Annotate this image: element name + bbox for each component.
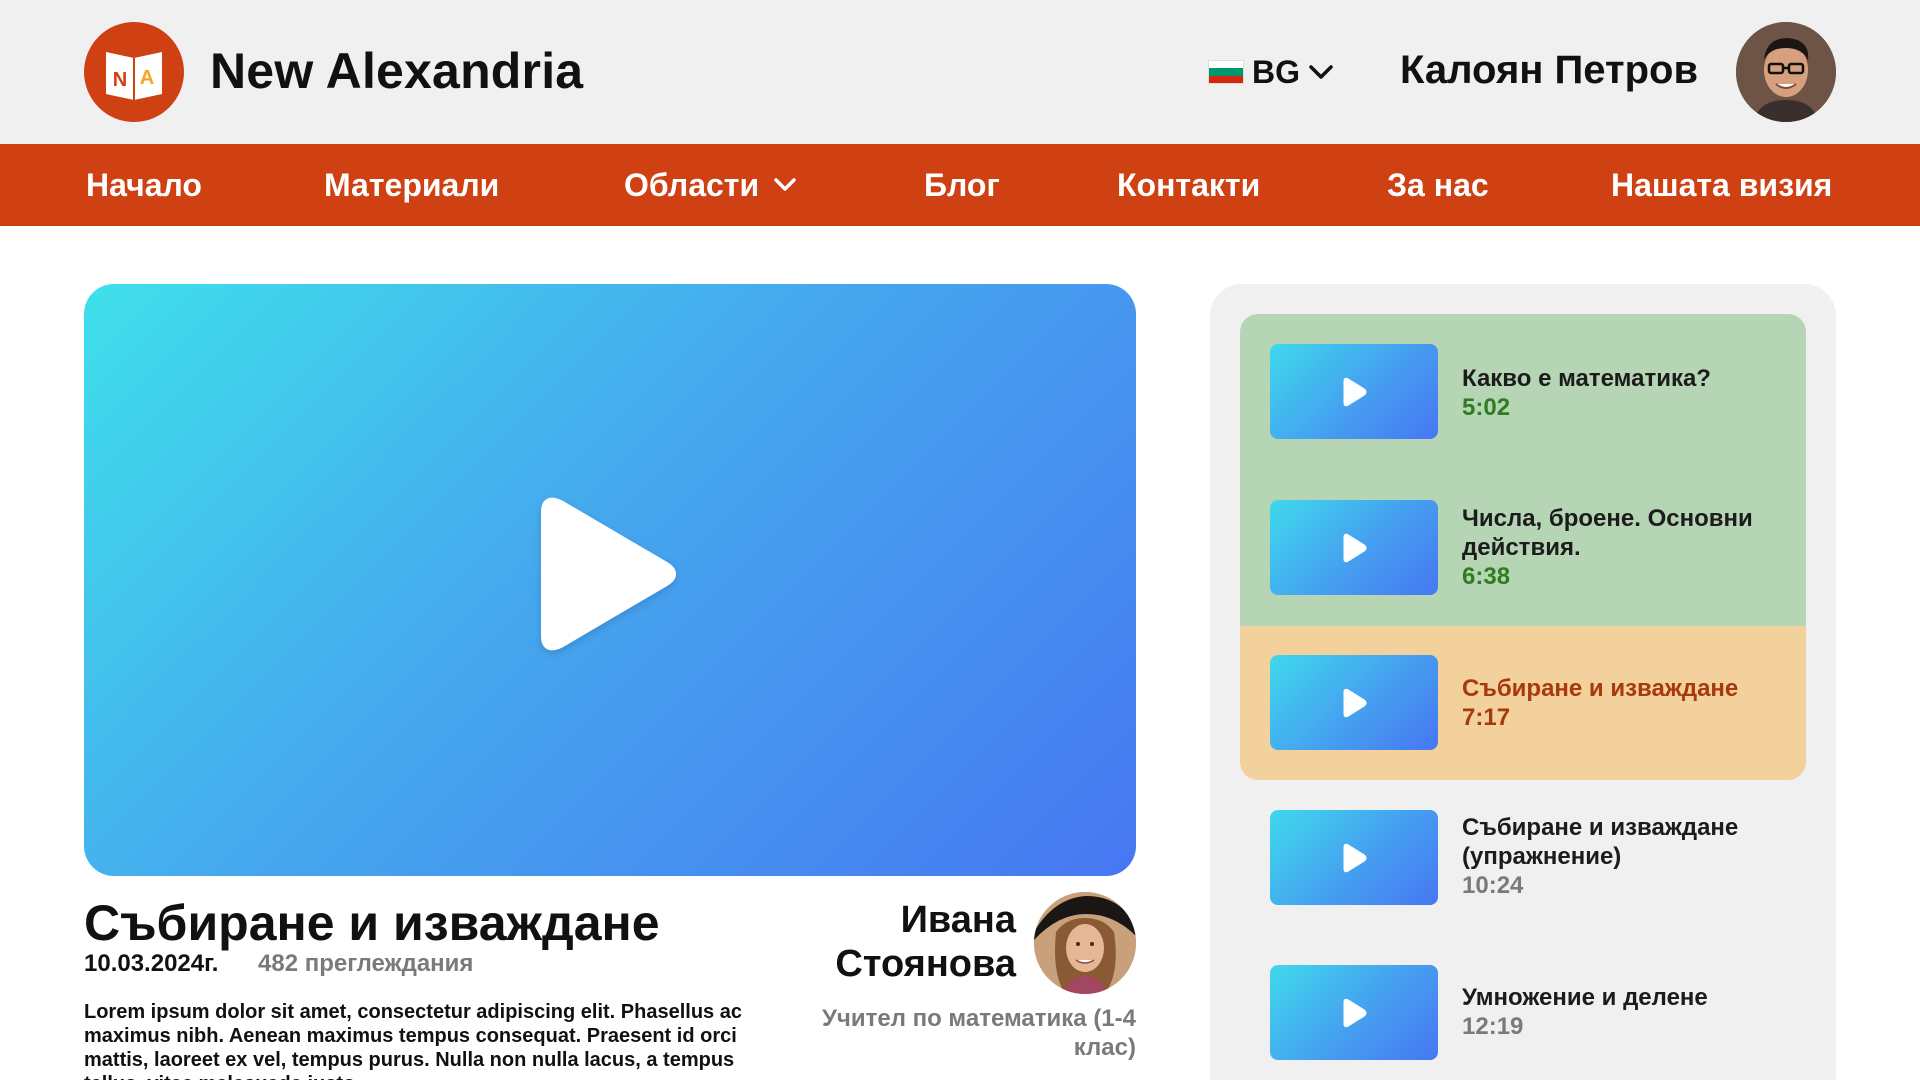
logo-letter-n: N (113, 69, 127, 91)
video-thumbnail[interactable] (1270, 810, 1438, 905)
play-icon (1343, 843, 1367, 872)
bulgaria-flag-icon (1208, 60, 1244, 84)
chevron-down-icon (774, 178, 796, 191)
playlist-item-text: Числа, броене. Основни действия. 6:38 (1462, 504, 1792, 591)
logo-icon[interactable]: N A (84, 22, 184, 122)
main-nav: Начало Материали Области Блог Контакти З… (0, 144, 1920, 226)
video-views: 482 преглеждания (258, 950, 474, 977)
logo-letter-a: A (140, 67, 154, 89)
play-icon (1343, 533, 1367, 562)
nav-label: Начало (86, 166, 202, 203)
nav-item-home[interactable]: Начало (86, 144, 202, 226)
playlist-item[interactable]: Числа, броене. Основни действия. 6:38 (1240, 469, 1806, 626)
playlist-item-current[interactable]: Събиране и изваждане 7:17 (1240, 626, 1806, 780)
video-date: 10.03.2024г. (84, 950, 219, 977)
top-bar: N A New Alexandria BG Калоян Петров (0, 0, 1920, 144)
teacher-avatar[interactable] (1034, 892, 1136, 994)
video-thumbnail[interactable] (1270, 344, 1438, 439)
playlist-item-title: Събиране и изваждане (1462, 675, 1739, 702)
play-icon (1343, 688, 1367, 717)
playlist-item-text: Умножение и делене 12:19 (1462, 983, 1792, 1041)
playlist-item-duration: 6:38 (1462, 563, 1511, 590)
video-title: Събиране и изваждане (84, 895, 660, 951)
playlist-item[interactable]: Какво е математика? 5:02 (1240, 314, 1806, 469)
playlist-item-text: Събиране и изваждане (упражнение) 10:24 (1462, 813, 1792, 900)
nav-label: Контакти (1117, 166, 1261, 203)
teacher-name[interactable]: Ивана Стоянова (756, 898, 1016, 986)
user-name[interactable]: Калоян Петров (1400, 48, 1698, 93)
play-icon (1343, 998, 1367, 1027)
language-code: BG (1252, 53, 1300, 90)
playlist-item-text: Какво е математика? 5:02 (1462, 364, 1792, 422)
nav-label: Области (624, 166, 760, 203)
teacher-role: Учител по математика (1-4 клас) (821, 1005, 1136, 1061)
playlist-item-title: Числа, броене. Основни действия. (1462, 505, 1753, 561)
playlist-item-text: Събиране и изваждане 7:17 (1462, 674, 1792, 732)
playlist-item-duration: 10:24 (1462, 872, 1524, 899)
brand-name[interactable]: New Alexandria (210, 42, 583, 100)
video-thumbnail[interactable] (1270, 500, 1438, 595)
nav-item-vision[interactable]: Нашата визия (1611, 144, 1832, 226)
nav-item-materials[interactable]: Материали (324, 144, 499, 226)
chevron-down-icon (1309, 65, 1333, 79)
playlist-item-title: Събиране и изваждане (упражнение) (1462, 814, 1739, 870)
playlist-item-title: Какво е математика? (1462, 365, 1711, 392)
playlist-item-duration: 12:19 (1462, 1013, 1524, 1040)
playlist-item-title: Умножение и делене (1462, 984, 1708, 1011)
play-icon[interactable] (522, 490, 682, 670)
nav-item-blog[interactable]: Блог (924, 144, 1000, 226)
user-avatar[interactable] (1736, 22, 1836, 122)
nav-label: Блог (924, 166, 1000, 203)
video-thumbnail[interactable] (1270, 655, 1438, 750)
playlist-item[interactable]: Събиране и изваждане (упражнение) 10:24 (1240, 780, 1806, 935)
playlist-item[interactable]: Умножение и делене 12:19 (1240, 935, 1806, 1080)
language-selector[interactable]: BG (1208, 50, 1334, 94)
video-player[interactable] (84, 284, 1136, 876)
nav-item-areas[interactable]: Области (624, 144, 797, 226)
nav-label: За нас (1387, 166, 1489, 203)
video-thumbnail[interactable] (1270, 965, 1438, 1060)
nav-item-about[interactable]: За нас (1387, 144, 1489, 226)
video-description: Lorem ipsum dolor sit amet, consectetur … (84, 1001, 742, 1080)
nav-label: Нашата визия (1611, 166, 1833, 203)
nav-label: Материали (324, 166, 500, 203)
nav-item-contacts[interactable]: Контакти (1117, 144, 1260, 226)
playlist-item-duration: 5:02 (1462, 394, 1511, 421)
playlist-item-duration: 7:17 (1462, 704, 1511, 731)
play-icon (1343, 377, 1367, 406)
